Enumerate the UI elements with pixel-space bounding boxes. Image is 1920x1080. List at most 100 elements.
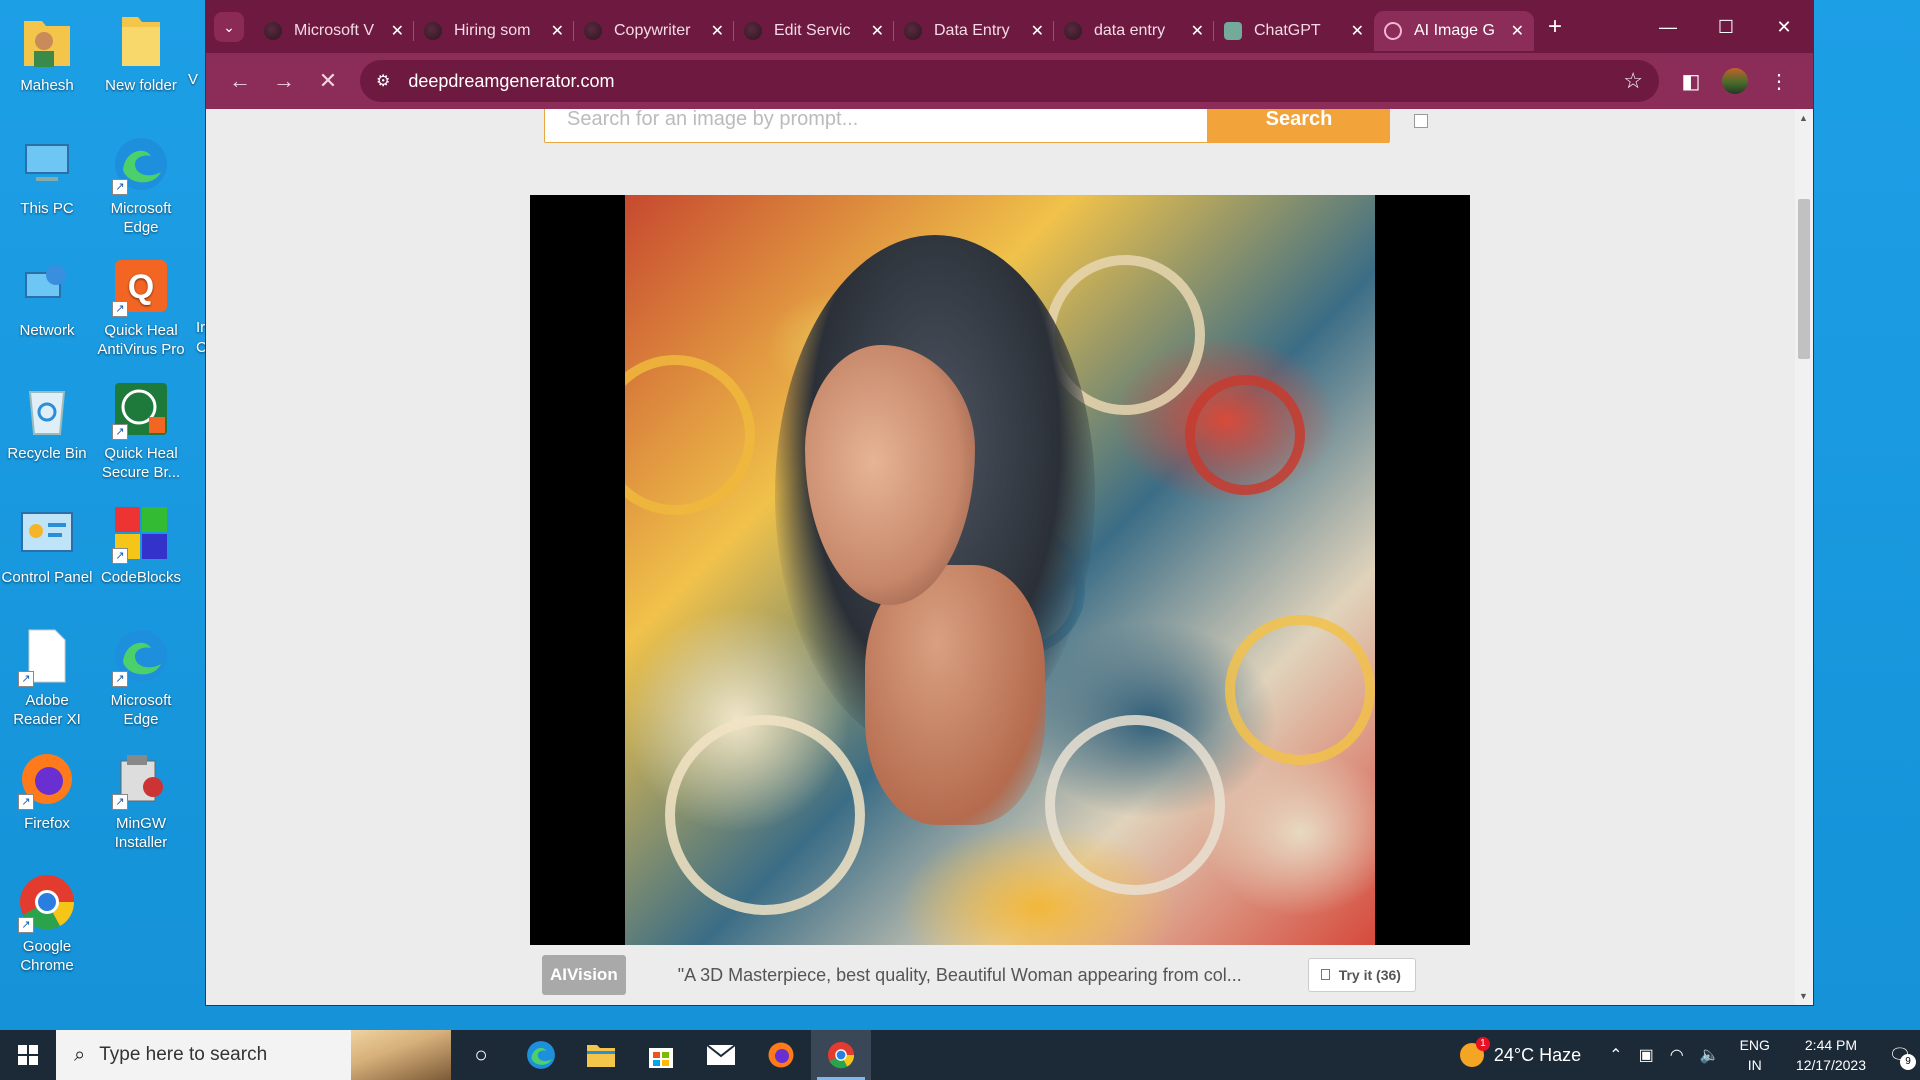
desktop-icon-this-pc[interactable]: This PC [0, 133, 94, 218]
desktop-icon-quickheal[interactable]: Q ↗ Quick Heal AntiVirus Pro [94, 255, 188, 359]
browser-window: ⌄ Microsoft V ✕ Hiring som ✕ Copywriter … [205, 0, 1814, 1006]
tab-favicon-icon [264, 22, 282, 40]
close-icon[interactable]: ✕ [1351, 21, 1364, 41]
tab-favicon-icon [744, 22, 762, 40]
weather-sun-icon: 1 [1459, 1037, 1490, 1067]
tab-data-entry-2[interactable]: data entry ✕ [1054, 11, 1214, 51]
close-icon[interactable]: ✕ [1031, 21, 1044, 41]
desktop-icon-mingw[interactable]: ↗ MinGW Installer [94, 748, 188, 852]
new-tab-button[interactable]: + [1548, 13, 1562, 41]
image-viewer[interactable] [530, 195, 1470, 945]
region-code: IN [1747, 1057, 1762, 1073]
copy-icon [1320, 969, 1330, 980]
page-scrollbar[interactable]: ▲ ▼ [1795, 109, 1813, 1005]
forward-button[interactable]: → [262, 68, 306, 94]
desktop-icon-chrome[interactable]: ↗ Google Chrome [0, 871, 94, 975]
tab-ai-image[interactable]: AI Image G ✕ [1374, 11, 1534, 51]
meet-now-icon[interactable]: ▣ [1639, 1045, 1654, 1065]
volume-icon[interactable]: 🔈 [1700, 1045, 1720, 1065]
model-badge[interactable]: AIVision [542, 955, 626, 995]
start-button[interactable] [0, 1030, 56, 1080]
search-highlight-image [351, 1030, 451, 1080]
image-caption-bar: AIVision "A 3D Masterpiece, best quality… [530, 945, 1470, 1005]
scroll-up-arrow[interactable]: ▲ [1799, 113, 1808, 123]
search-button[interactable]: Search [1208, 109, 1390, 143]
taskbar-edge[interactable] [511, 1030, 571, 1080]
profile-avatar[interactable] [1722, 68, 1748, 94]
close-icon[interactable]: ✕ [391, 21, 404, 41]
taskbar-chrome[interactable] [811, 1030, 871, 1080]
desktop-icon-adobe-reader[interactable]: ↗ Adobe Reader XI [0, 625, 94, 729]
prompt-caption[interactable]: "A 3D Masterpiece, best quality, Beautif… [678, 965, 1278, 986]
desktop-icon-label: New folder [105, 77, 177, 94]
close-icon[interactable]: ✕ [871, 21, 884, 41]
taskbar-search-box[interactable]: ⌕ Type here to search [56, 1030, 451, 1080]
notification-center-button[interactable]: 🗨 9 [1880, 1045, 1920, 1070]
chevron-up-icon[interactable]: ⌃ [1609, 1045, 1622, 1065]
svg-text:Q: Q [128, 268, 154, 306]
desktop-icon-firefox[interactable]: ↗ Firefox [0, 748, 94, 833]
stop-loading-button[interactable]: ✕ [306, 68, 350, 94]
desktop-icon-new-folder[interactable]: New folder [94, 10, 188, 95]
desktop-icon-label: Mahesh [20, 77, 74, 94]
tab-favicon-icon [1064, 22, 1082, 40]
weather-widget[interactable]: 1 24°C Haze [1459, 1037, 1582, 1067]
chatgpt-icon [1224, 22, 1242, 40]
desktop-icon-recycle-bin[interactable]: Recycle Bin [0, 378, 94, 463]
try-it-button[interactable]: Try it (36) [1307, 958, 1416, 992]
search-checkbox[interactable] [1414, 114, 1428, 128]
task-view-button[interactable]: ○ [451, 1030, 511, 1080]
wifi-icon[interactable]: ◠ [1670, 1045, 1684, 1065]
clock[interactable]: 2:44 PM 12/17/2023 [1796, 1035, 1866, 1075]
close-icon[interactable]: ✕ [1191, 21, 1204, 41]
prompt-search-input[interactable]: Search for an image by prompt... [544, 109, 1208, 143]
taskbar-mail[interactable] [691, 1030, 751, 1080]
desktop-icon-edge[interactable]: ↗ Microsoft Edge [94, 133, 188, 237]
language-indicator[interactable]: ENG IN [1740, 1035, 1770, 1075]
desktop-icon-label: Quick Heal AntiVirus Pro [97, 322, 185, 358]
tab-hiring[interactable]: Hiring som ✕ [414, 11, 574, 51]
address-bar[interactable]: ⚙ deepdreamgenerator.com ☆ [360, 60, 1659, 102]
minimize-button[interactable]: — [1639, 1, 1697, 53]
close-icon[interactable]: ✕ [551, 21, 564, 41]
desktop-icon-mahesh[interactable]: Mahesh [0, 10, 94, 95]
tab-copywriter[interactable]: Copywriter ✕ [574, 11, 734, 51]
mail-icon [706, 1044, 736, 1065]
tab-strip: ⌄ Microsoft V ✕ Hiring som ✕ Copywriter … [206, 1, 1813, 53]
site-settings-icon[interactable]: ⚙ [376, 71, 390, 91]
tab-edit-service[interactable]: Edit Servic ✕ [734, 11, 894, 51]
document-icon: ↗ [16, 625, 78, 687]
back-button[interactable]: ← [218, 68, 262, 94]
edge-icon [527, 1041, 555, 1069]
maximize-button[interactable]: ☐ [1697, 1, 1755, 53]
weather-text: 24°C Haze [1493, 1044, 1582, 1065]
tab-microsoft[interactable]: Microsoft V ✕ [254, 11, 414, 51]
taskbar-file-explorer[interactable] [571, 1030, 631, 1080]
tab-search-button[interactable]: ⌄ [214, 12, 244, 42]
desktop-icon-codeblocks[interactable]: ↗ CodeBlocks [94, 502, 188, 587]
control-panel-icon [16, 502, 78, 564]
close-icon[interactable]: ✕ [1511, 21, 1524, 41]
side-panel-icon[interactable]: ◧ [1669, 69, 1713, 94]
tab-chatgpt[interactable]: ChatGPT ✕ [1214, 11, 1374, 51]
desktop-icon-label: Google Chrome [20, 938, 74, 974]
try-it-label: Try it (36) [1338, 967, 1401, 983]
taskbar-firefox[interactable] [751, 1030, 811, 1080]
taskbar: ⌕ Type here to search ○ 1 24°C Haze ⌃ ▣ … [0, 1030, 1920, 1080]
generated-artwork-image[interactable] [625, 195, 1375, 945]
scroll-down-arrow[interactable]: ▼ [1799, 991, 1808, 1001]
desktop-icon-network[interactable]: Network [0, 255, 94, 340]
windows-logo-icon [18, 1045, 38, 1065]
taskbar-store[interactable] [631, 1030, 691, 1080]
bookmark-star-icon[interactable]: ☆ [1623, 68, 1643, 94]
desktop-icon-quickheal-browser[interactable]: ↗ Quick Heal Secure Br... [94, 378, 188, 482]
quickheal-browser-icon: ↗ [110, 378, 172, 440]
close-icon[interactable]: ✕ [711, 21, 724, 41]
desktop-icon-control-panel[interactable]: Control Panel [0, 502, 94, 587]
desktop-icon-label: Quick Heal Secure Br... [101, 445, 181, 481]
tab-data-entry[interactable]: Data Entry ✕ [894, 11, 1054, 51]
menu-kebab-icon[interactable]: ⋮ [1757, 69, 1801, 94]
window-close-button[interactable]: ✕ [1755, 1, 1813, 53]
desktop-icon-edge-2[interactable]: ↗ Microsoft Edge [94, 625, 188, 729]
scroll-thumb[interactable] [1798, 199, 1810, 359]
